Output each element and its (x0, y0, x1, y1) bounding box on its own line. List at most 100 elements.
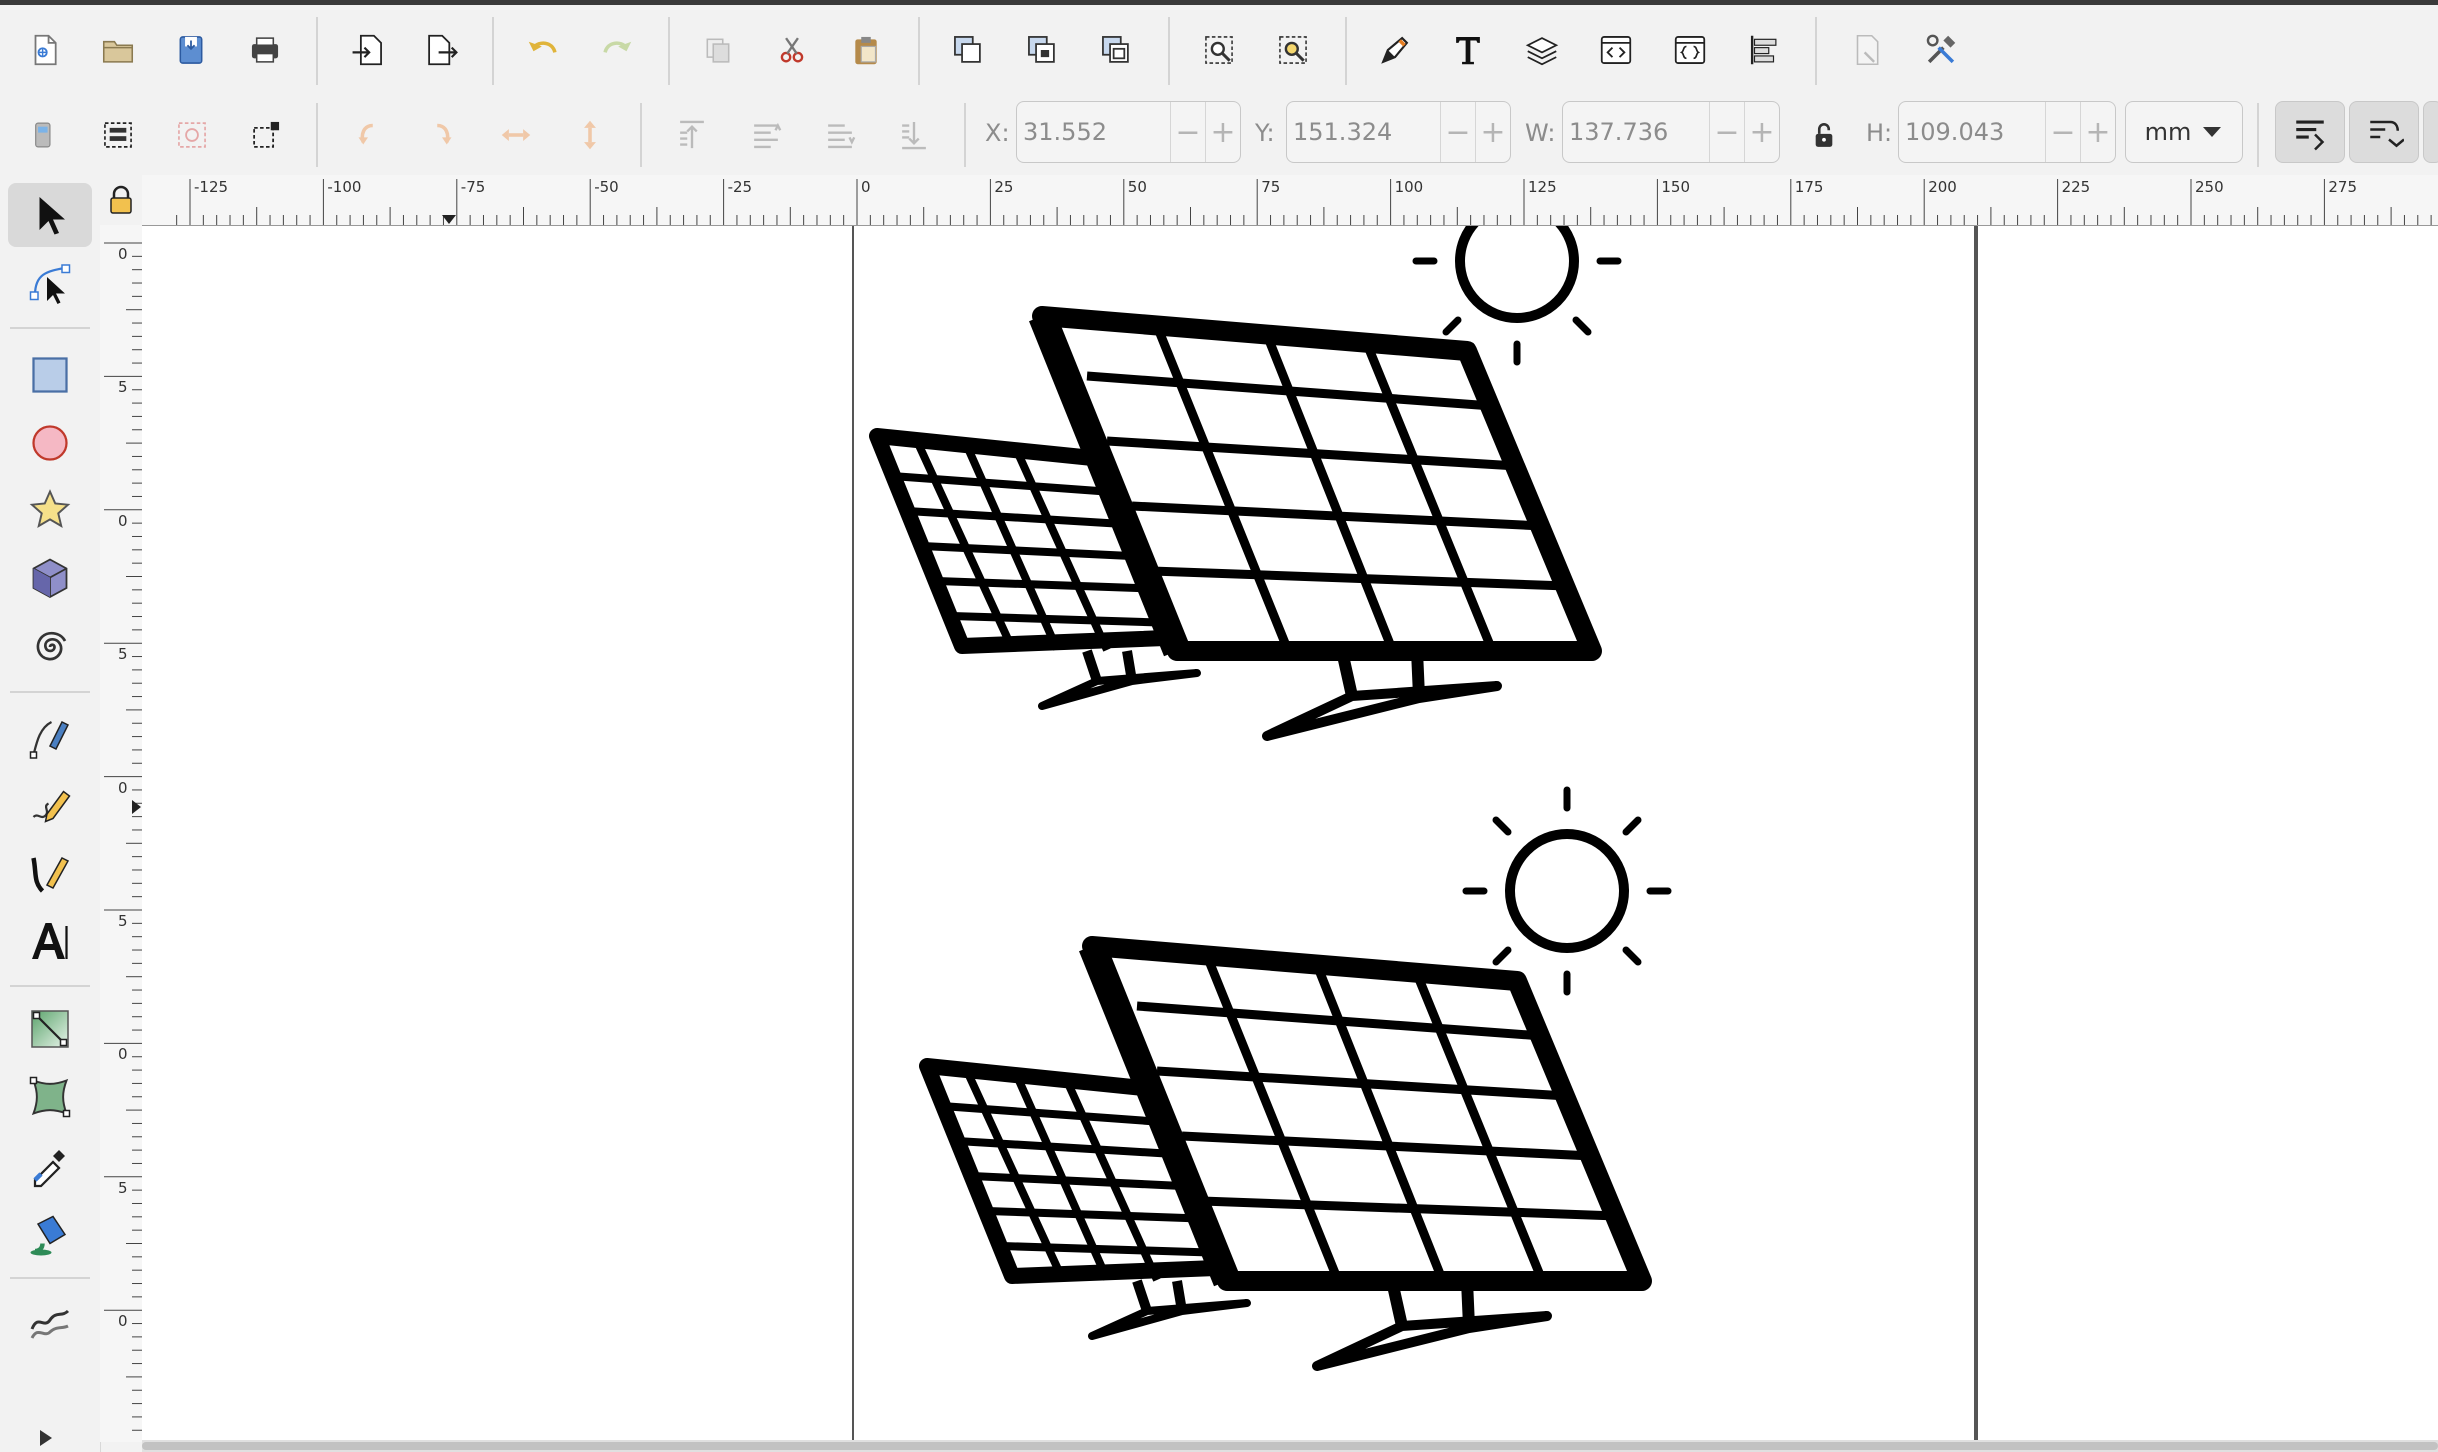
artwork (142, 226, 2438, 1440)
x-increment-button[interactable]: + (1205, 102, 1240, 162)
scrollbar-thumb[interactable] (142, 1442, 2438, 1450)
y-value[interactable]: 151.324 (1287, 118, 1440, 146)
lock-proportions-button[interactable] (1796, 107, 1852, 163)
text-font-button[interactable] (1440, 22, 1496, 78)
separator (10, 327, 90, 329)
w-label: W: (1525, 119, 1556, 147)
drawing-canvas[interactable] (142, 226, 2438, 1440)
lower-button[interactable] (812, 107, 868, 163)
print-button[interactable] (237, 22, 293, 78)
w-spinbox[interactable]: 137.736 − + (1562, 101, 1780, 163)
horizontal-ruler[interactable]: -125 -100 -75 -50 -25 0 25 50 75 100 125 150 175 200 2… (142, 175, 2438, 226)
ruler-label: 0 (118, 245, 128, 263)
text-tool[interactable] (8, 909, 92, 973)
pencil-tool[interactable] (8, 773, 92, 837)
ruler-label: 5 (118, 1178, 128, 1197)
save-button[interactable] (163, 22, 219, 78)
touch-selection-button[interactable] (238, 107, 294, 163)
x-spinbox[interactable]: 31.552 − + (1016, 101, 1241, 163)
import-button[interactable] (340, 22, 396, 78)
lower-to-bottom-button[interactable] (886, 107, 942, 163)
h-increment-button[interactable]: + (2080, 102, 2115, 162)
align-distribute-button[interactable] (1736, 22, 1792, 78)
objects-button[interactable] (1662, 22, 1718, 78)
node-tool[interactable] (8, 251, 92, 315)
xml-editor-button[interactable] (1588, 22, 1644, 78)
clone-icon (1028, 36, 1055, 63)
y-increment-button[interactable]: + (1475, 102, 1510, 162)
ruler-label: 250 (2195, 178, 2224, 196)
touch-selection-icon (253, 121, 280, 148)
select-all-in-all-layers-button[interactable] (90, 107, 146, 163)
h-value[interactable]: 109.043 (1899, 118, 2045, 146)
x-value[interactable]: 31.552 (1017, 118, 1170, 146)
open-button[interactable] (90, 22, 146, 78)
rotate-cw-button[interactable] (414, 107, 470, 163)
horizontal-scrollbar[interactable] (142, 1440, 2438, 1452)
fill-stroke-button[interactable] (1367, 22, 1423, 78)
h-spinbox[interactable]: 109.043 − + (1898, 101, 2116, 163)
w-value[interactable]: 137.736 (1563, 118, 1709, 146)
chevron-down-icon (2203, 127, 2222, 137)
separator (2257, 103, 2259, 167)
ruler-label: 50 (1127, 178, 1147, 196)
expand-toolbox-arrow-icon[interactable] (40, 1430, 52, 1446)
rectangle-tool[interactable] (8, 343, 92, 407)
calligraphy-tool[interactable] (8, 841, 92, 905)
unlink-clone-button[interactable] (1088, 22, 1144, 78)
redo-button[interactable] (589, 22, 645, 78)
preferences-button[interactable] (1913, 22, 1969, 78)
ruler-label: 0 (118, 1312, 128, 1331)
spiral-tool[interactable] (8, 615, 92, 679)
zoom-drawing-button[interactable] (1265, 22, 1321, 78)
y-spinbox[interactable]: 151.324 − + (1286, 101, 1511, 163)
paste-button[interactable] (838, 22, 894, 78)
flip-horizontal-button[interactable] (488, 107, 544, 163)
3d-box-tool[interactable] (8, 547, 92, 611)
guide-lock-button[interactable] (100, 175, 142, 225)
w-decrement-button[interactable]: − (1709, 102, 1744, 162)
deselect-button[interactable] (164, 107, 220, 163)
transform-gradients-toggle[interactable] (2423, 101, 2438, 163)
tweak-icon (30, 1309, 70, 1339)
raise-to-top-button[interactable] (664, 107, 720, 163)
copy-button[interactable] (690, 22, 746, 78)
tweak-tool[interactable] (8, 1291, 92, 1355)
rectangle-icon (32, 357, 68, 393)
layers-button[interactable] (1514, 22, 1570, 78)
scale-stroke-icon (2296, 120, 2325, 151)
selector-tool[interactable] (8, 183, 92, 247)
h-decrement-button[interactable]: − (2045, 102, 2080, 162)
ruler-ticks (104, 242, 142, 1431)
vertical-ruler[interactable]: 0505050505 (100, 225, 143, 1442)
new-document-button[interactable] (17, 22, 73, 78)
cut-button[interactable] (764, 22, 820, 78)
pen-tool[interactable] (8, 705, 92, 769)
mesh-tool[interactable] (8, 1065, 92, 1129)
x-decrement-button[interactable]: − (1170, 102, 1205, 162)
ellipse-tool[interactable] (8, 411, 92, 475)
select-all-button[interactable] (16, 107, 72, 163)
undo-button[interactable] (515, 22, 571, 78)
zoom-selection-button[interactable] (1191, 22, 1247, 78)
rotate-ccw-button[interactable] (340, 107, 396, 163)
y-decrement-button[interactable]: − (1440, 102, 1475, 162)
undo-icon (528, 41, 557, 53)
star-tool[interactable] (8, 479, 92, 543)
dropper-tool[interactable] (8, 1133, 92, 1197)
raise-button[interactable] (738, 107, 794, 163)
w-increment-button[interactable]: + (1744, 102, 1779, 162)
paint-bucket-tool[interactable] (8, 1201, 92, 1265)
clone-button[interactable] (1014, 22, 1070, 78)
fill-stroke-icon (1381, 36, 1409, 64)
scale-stroke-toggle[interactable] (2275, 101, 2345, 163)
ruler-label: 150 (1661, 178, 1691, 196)
flip-vertical-button[interactable] (562, 107, 618, 163)
objects-icon (1674, 36, 1706, 64)
scale-corners-toggle[interactable] (2349, 101, 2419, 163)
document-properties-button[interactable] (1839, 22, 1895, 78)
export-button[interactable] (413, 22, 469, 78)
gradient-tool[interactable] (8, 997, 92, 1061)
duplicate-button[interactable] (940, 22, 996, 78)
unit-dropdown[interactable]: mm (2125, 101, 2243, 163)
